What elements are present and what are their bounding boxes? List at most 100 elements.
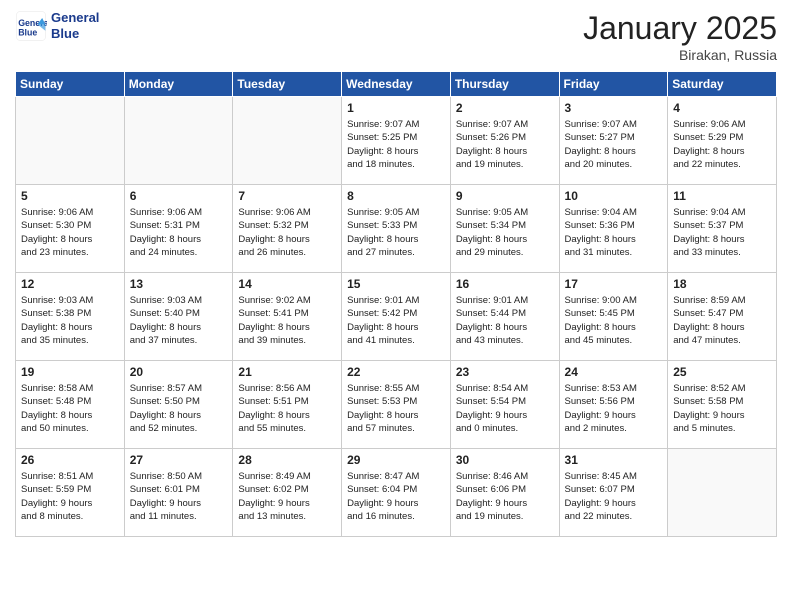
- day-number: 4: [673, 101, 771, 115]
- day-number: 16: [456, 277, 554, 291]
- day-number: 10: [565, 189, 663, 203]
- day-number: 9: [456, 189, 554, 203]
- day-number: 30: [456, 453, 554, 467]
- month-title: January 2025: [583, 10, 777, 47]
- calendar-cell: 18 Sunrise: 8:59 AM Sunset: 5:47 PM Dayli…: [668, 273, 777, 361]
- day-number: 28: [238, 453, 336, 467]
- calendar-cell: 1 Sunrise: 9:07 AM Sunset: 5:25 PM Daylig…: [342, 97, 451, 185]
- calendar-cell: 25Sunrise: 8:52 AM Sunset: 5:58 PM Dayli…: [668, 361, 777, 449]
- calendar-cell: 5 Sunrise: 9:06 AM Sunset: 5:30 PM Daylig…: [16, 185, 125, 273]
- day-number: 12: [21, 277, 119, 291]
- calendar-cell: 8 Sunrise: 9:05 AM Sunset: 5:33 PM Daylig…: [342, 185, 451, 273]
- day-info: Sunrise: 9:06 AM Sunset: 5:31 PM Dayligh…: [130, 206, 228, 259]
- day-info: Sunrise: 9:02 AM Sunset: 5:41 PM Dayligh…: [238, 294, 336, 347]
- calendar-cell: 15 Sunrise: 9:01 AM Sunset: 5:42 PM Dayli…: [342, 273, 451, 361]
- day-number: 31: [565, 453, 663, 467]
- calendar-cell: 10 Sunrise: 9:04 AM Sunset: 5:36 PM Dayli…: [559, 185, 668, 273]
- calendar-cell: [233, 97, 342, 185]
- calendar-week-row: 19 Sunrise: 8:58 AM Sunset: 5:48 PM Dayli…: [16, 361, 777, 449]
- calendar-cell: 14 Sunrise: 9:02 AM Sunset: 5:41 PM Dayli…: [233, 273, 342, 361]
- weekday-header-saturday: Saturday: [668, 72, 777, 97]
- calendar-cell: 16Sunrise: 9:01 AM Sunset: 5:44 PM Dayli…: [450, 273, 559, 361]
- day-info: Sunrise: 9:00 AM Sunset: 5:45 PM Dayligh…: [565, 294, 663, 347]
- calendar-cell: 19 Sunrise: 8:58 AM Sunset: 5:48 PM Dayli…: [16, 361, 125, 449]
- day-number: 2: [456, 101, 554, 115]
- day-info: Sunrise: 8:50 AM Sunset: 6:01 PM Dayligh…: [130, 470, 228, 523]
- logo: General Blue General Blue: [15, 10, 99, 42]
- calendar-table: SundayMondayTuesdayWednesdayThursdayFrid…: [15, 71, 777, 537]
- calendar-week-row: 26 Sunrise: 8:51 AM Sunset: 5:59 PM Dayli…: [16, 449, 777, 537]
- weekday-header-sunday: Sunday: [16, 72, 125, 97]
- calendar-cell: 24 Sunrise: 8:53 AM Sunset: 5:56 PM Dayli…: [559, 361, 668, 449]
- calendar-cell: 20Sunrise: 8:57 AM Sunset: 5:50 PM Dayli…: [124, 361, 233, 449]
- calendar-week-row: 12 Sunrise: 9:03 AM Sunset: 5:38 PM Dayli…: [16, 273, 777, 361]
- calendar-cell: 13 Sunrise: 9:03 AM Sunset: 5:40 PM Dayli…: [124, 273, 233, 361]
- day-info: Sunrise: 8:58 AM Sunset: 5:48 PM Dayligh…: [21, 382, 119, 435]
- day-number: 15: [347, 277, 445, 291]
- day-number: 29: [347, 453, 445, 467]
- day-info: Sunrise: 9:04 AM Sunset: 5:36 PM Dayligh…: [565, 206, 663, 259]
- day-info: Sunrise: 8:46 AM Sunset: 6:06 PM Dayligh…: [456, 470, 554, 523]
- day-info: Sunrise: 8:53 AM Sunset: 5:56 PM Dayligh…: [565, 382, 663, 435]
- day-number: 7: [238, 189, 336, 203]
- day-number: 1: [347, 101, 445, 115]
- day-info: Sunrise: 9:06 AM Sunset: 5:32 PM Dayligh…: [238, 206, 336, 259]
- day-info: Sunrise: 8:54 AM Sunset: 5:54 PM Dayligh…: [456, 382, 554, 435]
- calendar-cell: 6Sunrise: 9:06 AM Sunset: 5:31 PM Daylig…: [124, 185, 233, 273]
- day-number: 8: [347, 189, 445, 203]
- day-info: Sunrise: 8:59 AM Sunset: 5:47 PM Dayligh…: [673, 294, 771, 347]
- calendar-cell: 26 Sunrise: 8:51 AM Sunset: 5:59 PM Dayli…: [16, 449, 125, 537]
- day-number: 24: [565, 365, 663, 379]
- day-info: Sunrise: 8:51 AM Sunset: 5:59 PM Dayligh…: [21, 470, 119, 523]
- calendar-cell: [16, 97, 125, 185]
- day-info: Sunrise: 9:03 AM Sunset: 5:38 PM Dayligh…: [21, 294, 119, 347]
- day-info: Sunrise: 9:03 AM Sunset: 5:40 PM Dayligh…: [130, 294, 228, 347]
- calendar-cell: 28Sunrise: 8:49 AM Sunset: 6:02 PM Dayli…: [233, 449, 342, 537]
- day-number: 26: [21, 453, 119, 467]
- day-number: 27: [130, 453, 228, 467]
- day-number: 21: [238, 365, 336, 379]
- day-info: Sunrise: 8:56 AM Sunset: 5:51 PM Dayligh…: [238, 382, 336, 435]
- calendar-cell: 21 Sunrise: 8:56 AM Sunset: 5:51 PM Dayli…: [233, 361, 342, 449]
- day-info: Sunrise: 9:06 AM Sunset: 5:30 PM Dayligh…: [21, 206, 119, 259]
- calendar-cell: 7 Sunrise: 9:06 AM Sunset: 5:32 PM Daylig…: [233, 185, 342, 273]
- day-number: 22: [347, 365, 445, 379]
- day-info: Sunrise: 9:05 AM Sunset: 5:34 PM Dayligh…: [456, 206, 554, 259]
- calendar-cell: 9 Sunrise: 9:05 AM Sunset: 5:34 PM Daylig…: [450, 185, 559, 273]
- day-info: Sunrise: 9:05 AM Sunset: 5:33 PM Dayligh…: [347, 206, 445, 259]
- day-info: Sunrise: 8:57 AM Sunset: 5:50 PM Dayligh…: [130, 382, 228, 435]
- day-info: Sunrise: 8:55 AM Sunset: 5:53 PM Dayligh…: [347, 382, 445, 435]
- day-number: 3: [565, 101, 663, 115]
- calendar-cell: 23Sunrise: 8:54 AM Sunset: 5:54 PM Dayli…: [450, 361, 559, 449]
- weekday-header-tuesday: Tuesday: [233, 72, 342, 97]
- location: Birakan, Russia: [583, 47, 777, 63]
- weekday-header-row: SundayMondayTuesdayWednesdayThursdayFrid…: [16, 72, 777, 97]
- day-info: Sunrise: 9:07 AM Sunset: 5:25 PM Dayligh…: [347, 118, 445, 171]
- day-number: 17: [565, 277, 663, 291]
- day-number: 14: [238, 277, 336, 291]
- weekday-header-thursday: Thursday: [450, 72, 559, 97]
- calendar-cell: [668, 449, 777, 537]
- day-info: Sunrise: 8:47 AM Sunset: 6:04 PM Dayligh…: [347, 470, 445, 523]
- day-number: 5: [21, 189, 119, 203]
- day-info: Sunrise: 9:01 AM Sunset: 5:42 PM Dayligh…: [347, 294, 445, 347]
- day-number: 25: [673, 365, 771, 379]
- logo-icon: General Blue: [15, 10, 47, 42]
- calendar-cell: 29 Sunrise: 8:47 AM Sunset: 6:04 PM Dayli…: [342, 449, 451, 537]
- calendar-week-row: 1 Sunrise: 9:07 AM Sunset: 5:25 PM Daylig…: [16, 97, 777, 185]
- day-number: 19: [21, 365, 119, 379]
- weekday-header-friday: Friday: [559, 72, 668, 97]
- day-info: Sunrise: 8:45 AM Sunset: 6:07 PM Dayligh…: [565, 470, 663, 523]
- calendar-cell: 12 Sunrise: 9:03 AM Sunset: 5:38 PM Dayli…: [16, 273, 125, 361]
- day-number: 11: [673, 189, 771, 203]
- calendar-cell: 4Sunrise: 9:06 AM Sunset: 5:29 PM Daylig…: [668, 97, 777, 185]
- calendar-cell: 3Sunrise: 9:07 AM Sunset: 5:27 PM Daylig…: [559, 97, 668, 185]
- calendar-cell: 30 Sunrise: 8:46 AM Sunset: 6:06 PM Dayli…: [450, 449, 559, 537]
- calendar-cell: 17 Sunrise: 9:00 AM Sunset: 5:45 PM Dayli…: [559, 273, 668, 361]
- day-number: 13: [130, 277, 228, 291]
- day-info: Sunrise: 9:04 AM Sunset: 5:37 PM Dayligh…: [673, 206, 771, 259]
- day-number: 18: [673, 277, 771, 291]
- day-info: Sunrise: 9:07 AM Sunset: 5:26 PM Dayligh…: [456, 118, 554, 171]
- calendar-cell: 11 Sunrise: 9:04 AM Sunset: 5:37 PM Dayli…: [668, 185, 777, 273]
- calendar-cell: 27 Sunrise: 8:50 AM Sunset: 6:01 PM Dayli…: [124, 449, 233, 537]
